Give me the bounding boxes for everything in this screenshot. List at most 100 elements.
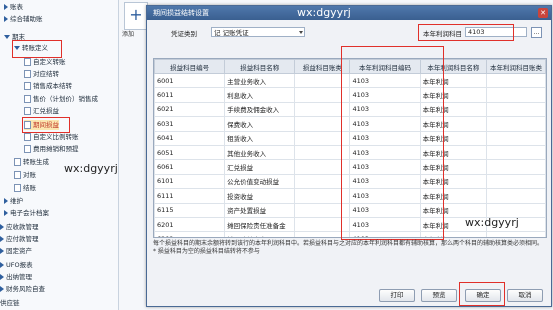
table-cell[interactable]: [486, 231, 546, 237]
add-label: 添加: [122, 31, 135, 38]
table-cell[interactable]: [486, 101, 546, 118]
arrow-right-icon: [4, 198, 8, 204]
table-cell[interactable]: 6202: [154, 231, 226, 237]
nav-item-label: 对应结转: [33, 70, 59, 78]
dialog-title: 期间损益结转设置: [153, 9, 209, 17]
column-header[interactable]: 损益科目名称: [224, 59, 296, 74]
close-icon[interactable]: ✕: [538, 8, 548, 18]
add-icon[interactable]: +: [124, 2, 148, 30]
nav-item[interactable]: 费用摊销和预提: [24, 144, 79, 154]
arrow-right-icon: [4, 16, 8, 22]
table-cell[interactable]: 投资收益: [224, 188, 296, 204]
column-header[interactable]: 损益科目编号: [154, 59, 226, 74]
nav-item[interactable]: 对应结转: [24, 69, 59, 79]
nav-item[interactable]: 出纳管理: [0, 272, 32, 282]
nav-item[interactable]: 电子会计档案: [4, 208, 49, 218]
highlight-target-account: [418, 24, 514, 41]
nav-item[interactable]: 维护: [4, 196, 23, 206]
table-cell[interactable]: 主营业务收入: [224, 72, 296, 89]
table-cell[interactable]: 摊回保险责任准备金: [224, 216, 296, 233]
nav-item-label: 自定义比例转账: [33, 133, 79, 141]
page-icon: [24, 145, 31, 153]
table-cell[interactable]: [486, 87, 546, 103]
table-cell[interactable]: [486, 173, 546, 190]
cancel-button[interactable]: 取消: [507, 289, 543, 302]
chevron-down-icon: [299, 31, 303, 34]
lookup-icon[interactable]: …: [531, 27, 542, 38]
nav-item-label: 出纳管理: [6, 273, 32, 281]
nav-item-label: 财务风险自查: [6, 285, 45, 293]
nav-item-label: 维护: [10, 197, 23, 205]
table-cell[interactable]: [486, 159, 546, 175]
table-cell[interactable]: [486, 144, 546, 161]
nav-item[interactable]: 应付款管理: [0, 234, 39, 244]
nav-item-label: 供应链: [0, 299, 20, 307]
nav-item[interactable]: 综合辅助账: [4, 14, 43, 24]
arrow-right-icon: [0, 224, 4, 230]
watermark-left: wx:dgyyrj: [64, 162, 118, 175]
arrow-right-icon: [0, 236, 4, 242]
table-cell[interactable]: 公允价值变动损益: [224, 173, 296, 190]
nav-item-label: 转账生成: [23, 158, 49, 166]
dialog-watermark: wx:dgyyrj: [297, 6, 351, 19]
table-cell[interactable]: 手续费及佣金收入: [224, 101, 296, 118]
voucher-type-value: 记 记账凭证: [214, 29, 249, 37]
table-cell[interactable]: 汇兑损益: [224, 159, 296, 175]
voucher-type-select[interactable]: 记 记账凭证: [211, 27, 305, 37]
table-cell[interactable]: 6051: [154, 144, 226, 161]
nav-item[interactable]: 自定义比例转账: [24, 132, 79, 142]
nav-item[interactable]: 固定资产: [0, 246, 32, 256]
table-cell[interactable]: 6201: [154, 216, 226, 233]
table-cell[interactable]: 利息收入: [224, 87, 296, 103]
nav-item[interactable]: 应收款管理: [0, 222, 39, 232]
nav-item[interactable]: 对账: [14, 170, 36, 180]
table-cell[interactable]: 6061: [154, 159, 226, 175]
nav-item[interactable]: 转账生成: [14, 157, 49, 167]
period-profit-loss-dialog: 期间损益结转设置 wx:dgyyrj ✕ 凭证类别 记 记账凭证 本年利润科目 …: [146, 5, 552, 307]
table-cell[interactable]: 其他业务收入: [224, 144, 296, 161]
arrow-right-icon: [0, 248, 4, 254]
nav-item[interactable]: 财务风险自查: [0, 284, 45, 294]
preview-button[interactable]: 预览: [421, 289, 457, 302]
table-cell[interactable]: 6021: [154, 101, 226, 118]
table-cell[interactable]: 6115: [154, 202, 226, 218]
highlight-transfer-definition: [12, 40, 62, 58]
nav-item[interactable]: 自定义转账: [24, 57, 66, 67]
page-icon: [14, 171, 21, 179]
nav-item-label: UFO报表: [6, 261, 33, 269]
table-cell[interactable]: [486, 130, 546, 146]
table-cell[interactable]: 6001: [154, 72, 226, 89]
arrow-right-icon: [0, 286, 4, 292]
nav-item[interactable]: 账表: [4, 2, 23, 12]
nav-item-label: 自定义转账: [33, 58, 66, 66]
table-cell[interactable]: 租赁收入: [224, 130, 296, 146]
table-cell[interactable]: [486, 116, 546, 132]
watermark-grid: wx:dgyyrj: [465, 216, 519, 229]
nav-item[interactable]: 售价（计划价）销售成: [24, 94, 98, 104]
table-cell[interactable]: 6011: [154, 87, 226, 103]
table-cell[interactable]: [486, 188, 546, 204]
column-header[interactable]: 本年利润科目账类: [486, 59, 546, 74]
nav-item[interactable]: UFO报表: [0, 260, 33, 270]
nav-item[interactable]: 汇兑损益: [24, 106, 59, 116]
table-cell[interactable]: 6031: [154, 116, 226, 132]
table-cell[interactable]: 6101: [154, 173, 226, 190]
table-cell[interactable]: [486, 72, 546, 89]
nav-item-label: 电子会计档案: [10, 209, 49, 217]
table-cell[interactable]: 保费收入: [224, 116, 296, 132]
nav-item[interactable]: 销售成本结转: [24, 81, 72, 91]
table-cell[interactable]: 资产处置损益: [224, 202, 296, 218]
nav-item[interactable]: 结账: [14, 183, 36, 193]
arrow-right-icon: [4, 4, 8, 10]
table-cell[interactable]: 6111: [154, 188, 226, 204]
arrow-down-icon: [4, 35, 10, 39]
nav-item[interactable]: 供应链: [0, 298, 20, 308]
dialog-titlebar: 期间损益结转设置 wx:dgyyrj ✕: [147, 6, 551, 20]
print-button[interactable]: 打印: [379, 289, 415, 302]
nav-item-label: 销售成本结转: [33, 82, 72, 90]
table-cell[interactable]: 6041: [154, 130, 226, 146]
table-cell[interactable]: 摊回赔付支出: [224, 231, 296, 237]
highlight-period-profit-loss: [22, 117, 70, 133]
nav-item-label: 应收款管理: [6, 223, 39, 231]
page-icon: [14, 158, 21, 166]
